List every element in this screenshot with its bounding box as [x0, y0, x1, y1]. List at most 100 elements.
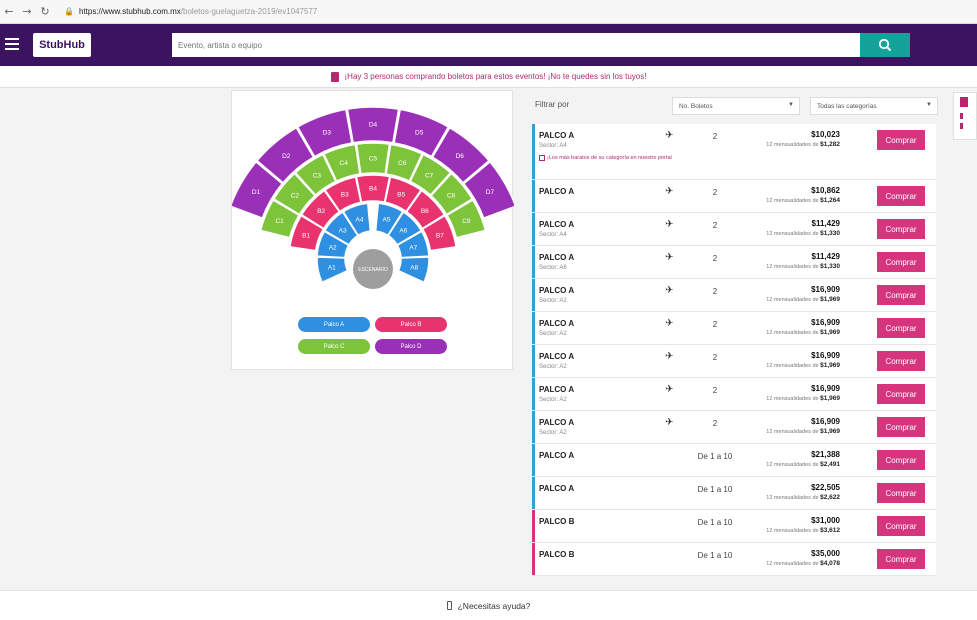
listing-row[interactable]: PALCO A Sector: A2 ✈ 2 $16,909 12 mensualidad…	[532, 378, 936, 411]
buy-button[interactable]: Comprar	[877, 285, 925, 305]
installments-text: 12 mensualidades de $1,330	[766, 263, 840, 270]
listing-name: PALCO A	[539, 131, 575, 140]
buy-button[interactable]: Comprar	[877, 417, 925, 437]
forward-icon[interactable]: →	[18, 5, 36, 18]
tickets-select-value: No. Boletos	[679, 102, 713, 110]
buy-button[interactable]: Comprar	[877, 252, 925, 272]
installments-prefix: 12 mensualidades de	[766, 561, 819, 567]
help-footer[interactable]: ¿Necesitas ayuda?	[0, 590, 977, 620]
help-link[interactable]: ¿Necesitas ayuda?	[458, 601, 531, 611]
section-label: A4	[356, 217, 364, 224]
installments-prefix: 12 mensualidades de	[766, 198, 819, 204]
browser-toolbar: ← → ↻ 🔒 https://www.stubhub.com.mx /bole…	[0, 0, 977, 24]
installment-amount: $1,282	[820, 141, 840, 148]
address-bar[interactable]: 🔒 https://www.stubhub.com.mx /boletos-gu…	[64, 7, 317, 16]
listing-sector: Sector: A2	[539, 430, 567, 436]
search-button[interactable]	[860, 33, 910, 57]
ticket-quantity: 2	[712, 386, 718, 395]
airplane-icon: ✈	[665, 351, 674, 362]
listing-row[interactable]: PALCO A Sector: A6 ✈ 2 $11,429 12 mensualidad…	[532, 246, 936, 279]
category-color-bar	[532, 543, 535, 575]
section-label: C3	[313, 173, 322, 180]
installment-amount: $1,264	[820, 197, 840, 204]
category-color-bar	[532, 279, 535, 311]
listing-row[interactable]: PALCO A Sector: A2 ✈ 2 $16,909 12 mensualidad…	[532, 411, 936, 444]
installments-prefix: 12 mensualidades de	[766, 528, 819, 534]
listing-row[interactable]: PALCO A De 1 a 10 $21,388 12 mensualidades …	[532, 444, 936, 477]
buy-button[interactable]: Comprar	[877, 351, 925, 371]
legend-palco-d-button[interactable]: Palco D	[375, 339, 447, 354]
note-text: ¡Los más baratos de su categoría en nues…	[547, 155, 672, 161]
search-input[interactable]: Evento, artista o equipo	[172, 33, 860, 57]
listing-price: $21,388	[811, 450, 840, 459]
listing-name: PALCO A	[539, 385, 575, 394]
buy-button[interactable]: Comprar	[877, 384, 925, 404]
listing-name: PALCO A	[539, 253, 575, 262]
buy-button[interactable]: Comprar	[877, 186, 925, 206]
category-color-bar	[532, 312, 535, 344]
section-label: D4	[369, 122, 378, 129]
buy-button[interactable]: Comprar	[877, 516, 925, 536]
installments-prefix: 12 mensualidades de	[766, 297, 819, 303]
section-label: D7	[486, 189, 495, 196]
legend-palco-c-button[interactable]: Palco C	[298, 339, 370, 354]
hamburger-menu-icon[interactable]	[5, 38, 19, 50]
listing-name: PALCO A	[539, 451, 575, 460]
back-icon[interactable]: ←	[0, 5, 18, 18]
section-label: D5	[415, 130, 424, 137]
seat-map[interactable]: D1 D2 D3 D4 D5 D6 D7 C1 C2 C3 C4 C5 C6 C7 C8 C9 B1 B2 B3 B4…	[232, 91, 514, 311]
listing-row[interactable]: PALCO A Sector: A4 ¡Los más baratos de su …	[532, 124, 936, 180]
listing-price: $10,023	[811, 130, 840, 139]
listing-row[interactable]: PALCO B De 1 a 10 $31,000 12 mensualidades …	[532, 510, 936, 543]
listing-row[interactable]: PALCO A Sector: A2 ✈ 2 $16,909 12 mensualidad…	[532, 345, 936, 378]
buy-button[interactable]: Comprar	[877, 483, 925, 503]
category-color-bar	[532, 378, 535, 410]
buy-button[interactable]: Comprar	[877, 318, 925, 338]
section-label: C7	[425, 173, 434, 180]
listing-row[interactable]: PALCO B De 1 a 10 $35,000 12 mensualidades …	[532, 543, 936, 576]
tickets-select[interactable]: No. Boletos ▼	[672, 97, 800, 115]
listing-price: $16,909	[811, 417, 840, 426]
installment-amount: $2,622	[820, 494, 840, 501]
listing-row[interactable]: PALCO A Sector: A2 ✈ 2 $16,909 12 mensualidad…	[532, 312, 936, 345]
airplane-icon: ✈	[665, 252, 674, 263]
listing-name: PALCO A	[539, 286, 575, 295]
alert-icon	[330, 71, 339, 82]
urgency-banner: ¡Hay 3 personas comprando boletos para e…	[0, 66, 977, 88]
buy-button[interactable]: Comprar	[877, 219, 925, 239]
stage-label: ESCENARIO	[358, 267, 388, 273]
categories-select[interactable]: Todas las categorías ▼	[810, 97, 938, 115]
reload-icon[interactable]: ↻	[36, 5, 54, 18]
installments-text: 12 mensualidades de $3,612	[766, 527, 840, 534]
section-label: B2	[317, 208, 325, 215]
listing-price: $16,909	[811, 384, 840, 393]
listing-sector: Sector: A2	[539, 364, 567, 370]
installments-text: 12 mensualidades de $1,969	[766, 296, 840, 303]
listing-row[interactable]: PALCO A Sector: A2 ✈ 2 $16,909 12 mensualidad…	[532, 279, 936, 312]
listing-sector: Sector: A2	[539, 397, 567, 403]
stubhub-logo[interactable]: StubHub	[33, 33, 91, 57]
airplane-icon: ✈	[665, 285, 674, 296]
listing-row[interactable]: PALCO A De 1 a 10 $22,505 12 mensualidades …	[532, 477, 936, 510]
side-notice-card[interactable]	[953, 92, 977, 140]
lock-icon: 🔒	[64, 7, 74, 16]
installments-prefix: 12 mensualidades de	[766, 363, 819, 369]
ticket-quantity: 2	[712, 254, 718, 263]
buy-button[interactable]: Comprar	[877, 450, 925, 470]
legend-palco-b-button[interactable]: Palco B	[375, 317, 447, 332]
listing-row[interactable]: PALCO A ✈ 2 $10,862 12 mensualidades de $1,2…	[532, 180, 936, 213]
installments-text: 12 mensualidades de $2,491	[766, 461, 840, 468]
listing-sector: Sector: A4	[539, 232, 567, 238]
listing-row[interactable]: PALCO A Sector: A4 ✈ 2 $11,429 12 mensualidad…	[532, 213, 936, 246]
legend-palco-a-button[interactable]: Palco A	[298, 317, 370, 332]
buy-button[interactable]: Comprar	[877, 130, 925, 150]
section-label: B3	[341, 191, 349, 198]
ticket-quantity: De 1 a 10	[697, 485, 733, 494]
installment-amount: $2,491	[820, 461, 840, 468]
ticket-quantity: 2	[712, 320, 718, 329]
section-label: B6	[421, 208, 429, 215]
installment-amount: $1,969	[820, 329, 840, 336]
airplane-icon: ✈	[665, 384, 674, 395]
buy-button[interactable]: Comprar	[877, 549, 925, 569]
section-label: A3	[339, 227, 347, 234]
